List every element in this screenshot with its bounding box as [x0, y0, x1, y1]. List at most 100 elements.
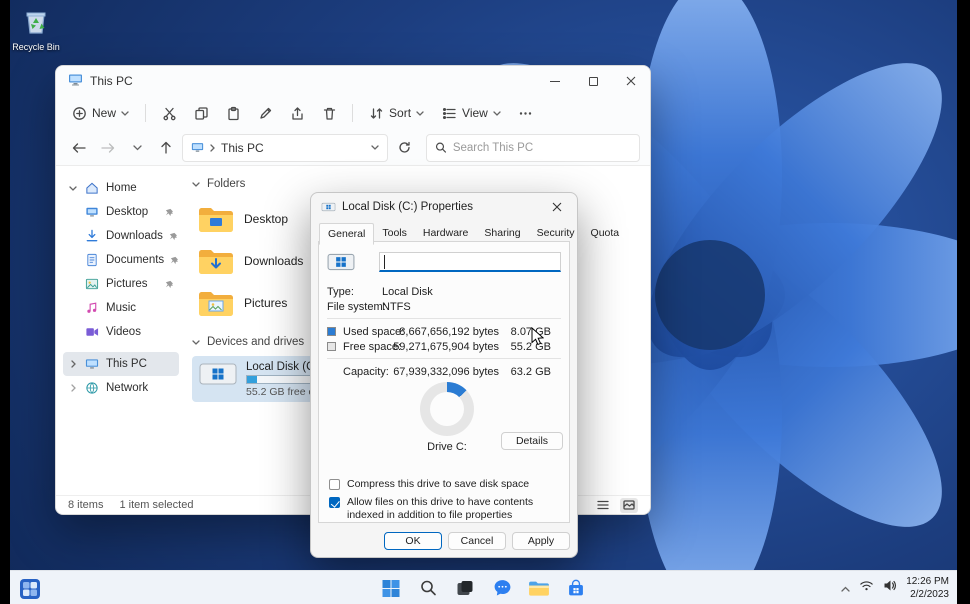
screen: Recycle Bin This PC New Sort View This P…: [0, 0, 970, 604]
tab-hardware[interactable]: Hardware: [415, 223, 477, 245]
disk-icon: [327, 250, 355, 277]
taskbar-clock[interactable]: 12:26 PM 2/2/2023: [906, 575, 949, 601]
tab-tools[interactable]: Tools: [374, 223, 415, 245]
sidebar-item-downloads[interactable]: Downloads: [63, 224, 179, 248]
share-button[interactable]: [282, 99, 312, 127]
desktop-icon: [84, 204, 100, 220]
tab-security[interactable]: Security: [529, 223, 583, 245]
store-bag-icon: [569, 579, 583, 595]
refresh-button[interactable]: [391, 135, 417, 161]
chevron-down-icon: [493, 110, 501, 116]
sidebar-item-label: Downloads: [106, 230, 163, 242]
sidebar-item-this-pc[interactable]: This PC: [63, 352, 179, 376]
new-icon: [73, 106, 86, 120]
maximize-button[interactable]: [574, 66, 612, 96]
used-space-row: Used space: 8,667,656,192 bytes 8.07 GB: [327, 326, 561, 339]
chevron-right-icon: [70, 360, 76, 368]
apply-button[interactable]: Apply: [512, 532, 570, 550]
task-view-button[interactable]: [451, 574, 479, 602]
delete-button[interactable]: [314, 99, 344, 127]
minimize-button[interactable]: [536, 66, 574, 96]
sidebar-item-label: Music: [106, 302, 137, 314]
indexing-checkbox-row[interactable]: Allow files on this drive to have conten…: [329, 496, 561, 522]
used-space-label: Used space:: [343, 326, 405, 338]
file-explorer-button[interactable]: [525, 574, 553, 602]
forward-button[interactable]: [95, 135, 121, 161]
pin-icon: [170, 256, 179, 265]
sort-button[interactable]: Sort: [361, 99, 432, 127]
cancel-button[interactable]: Cancel: [448, 532, 506, 550]
tab-general[interactable]: General: [319, 223, 375, 245]
volume-label-input[interactable]: [379, 252, 561, 272]
sidebar-item-label: Videos: [106, 326, 141, 338]
share-icon: [291, 106, 303, 120]
breadcrumb[interactable]: This PC: [182, 133, 388, 162]
close-button[interactable]: [612, 66, 650, 96]
large-icons-view-icon: [623, 500, 635, 510]
sidebar-item-desktop[interactable]: Desktop: [63, 200, 179, 224]
drive-icon: [199, 363, 237, 385]
sidebar-item-network[interactable]: Network: [63, 376, 179, 400]
compress-checkbox[interactable]: [329, 479, 340, 490]
used-space-bytes: 8,667,656,192 bytes: [399, 326, 499, 338]
details-view-button[interactable]: [594, 498, 612, 513]
sidebar-item-music[interactable]: Music: [63, 296, 179, 320]
forward-icon: [101, 142, 115, 153]
copy-button[interactable]: [186, 99, 216, 127]
indexing-checkbox[interactable]: [329, 497, 340, 508]
recycle-bin[interactable]: Recycle Bin: [12, 6, 60, 52]
sidebar-item-videos[interactable]: Videos: [63, 320, 179, 344]
search-icon: [420, 580, 436, 596]
more-options-button[interactable]: [511, 99, 541, 127]
tab-quota[interactable]: Quota: [583, 223, 628, 245]
devices-section-label: Devices and drives: [207, 336, 305, 348]
sidebar-item-pictures[interactable]: Pictures: [63, 272, 179, 296]
large-icons-view-button[interactable]: [620, 497, 638, 513]
dialog-tabs: General Tools Hardware Sharing Security …: [311, 223, 619, 245]
filesystem-value: NTFS: [382, 301, 411, 313]
breadcrumb-label[interactable]: This PC: [221, 141, 264, 155]
taskbar-center: [377, 574, 590, 602]
back-button[interactable]: [66, 135, 92, 161]
widgets-button[interactable]: [16, 575, 44, 603]
tab-sharing[interactable]: Sharing: [476, 223, 528, 245]
network-tray-button[interactable]: [859, 579, 874, 597]
search-box[interactable]: [426, 133, 640, 162]
ok-button[interactable]: OK: [384, 532, 442, 550]
details-button[interactable]: Details: [501, 432, 563, 450]
close-icon: [626, 76, 636, 86]
delete-icon: [323, 107, 335, 120]
folders-section-header[interactable]: Folders: [192, 174, 650, 194]
chevron-down-icon[interactable]: [371, 145, 379, 150]
tray-overflow-button[interactable]: [841, 579, 850, 597]
free-space-legend: [327, 342, 336, 351]
system-tray: 12:26 PM 2/2/2023: [841, 571, 949, 604]
copy-icon: [194, 106, 208, 120]
sidebar-item-label: Network: [106, 382, 149, 394]
explorer-titlebar[interactable]: This PC: [56, 66, 650, 96]
navigation-pane: Home Desktop Downloads Documents Picture…: [56, 166, 184, 495]
paste-button[interactable]: [218, 99, 248, 127]
cut-button[interactable]: [154, 99, 184, 127]
sidebar-item-documents[interactable]: Documents: [63, 248, 179, 272]
chevron-down-icon: [192, 181, 200, 187]
sidebar-item-home[interactable]: Home: [63, 176, 179, 200]
chat-button[interactable]: [488, 574, 516, 602]
search-input[interactable]: [452, 141, 631, 154]
rename-button[interactable]: [250, 99, 280, 127]
paste-icon: [227, 106, 239, 120]
up-button[interactable]: [153, 135, 179, 161]
type-value: Local Disk: [382, 286, 433, 298]
this-pc-icon: [68, 72, 83, 90]
new-button[interactable]: New: [64, 99, 137, 127]
store-button[interactable]: [562, 574, 590, 602]
dialog-titlebar[interactable]: Local Disk (C:) Properties: [311, 193, 577, 219]
volume-tray-button[interactable]: [883, 579, 897, 597]
compress-checkbox-row[interactable]: Compress this drive to save disk space: [329, 478, 561, 491]
view-button[interactable]: View: [434, 99, 509, 127]
recent-locations-button[interactable]: [124, 135, 150, 161]
start-button[interactable]: [377, 574, 405, 602]
clock-date: 2/2/2023: [910, 589, 949, 600]
dialog-close-button[interactable]: [541, 195, 573, 219]
search-button[interactable]: [414, 574, 442, 602]
